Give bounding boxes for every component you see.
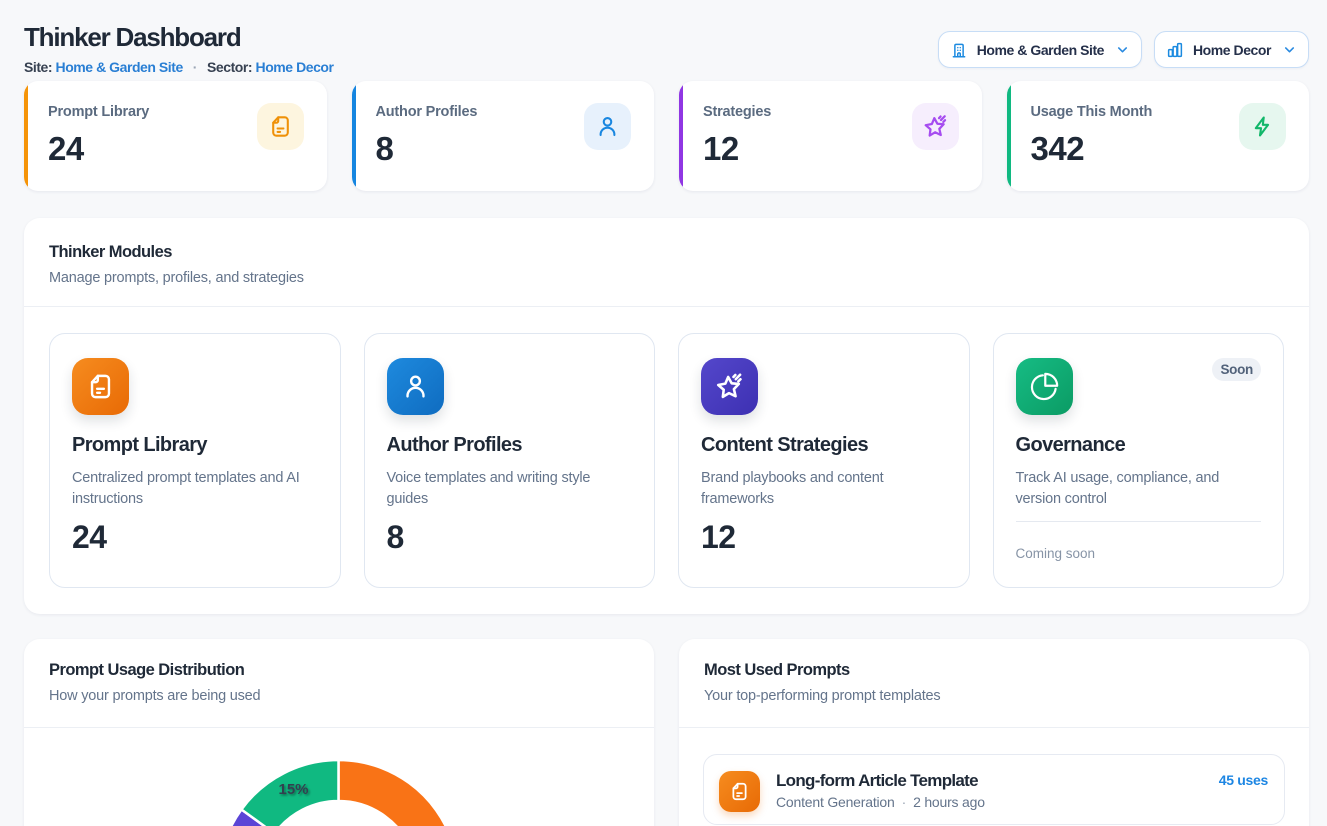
svg-text:15%: 15%	[278, 781, 308, 798]
